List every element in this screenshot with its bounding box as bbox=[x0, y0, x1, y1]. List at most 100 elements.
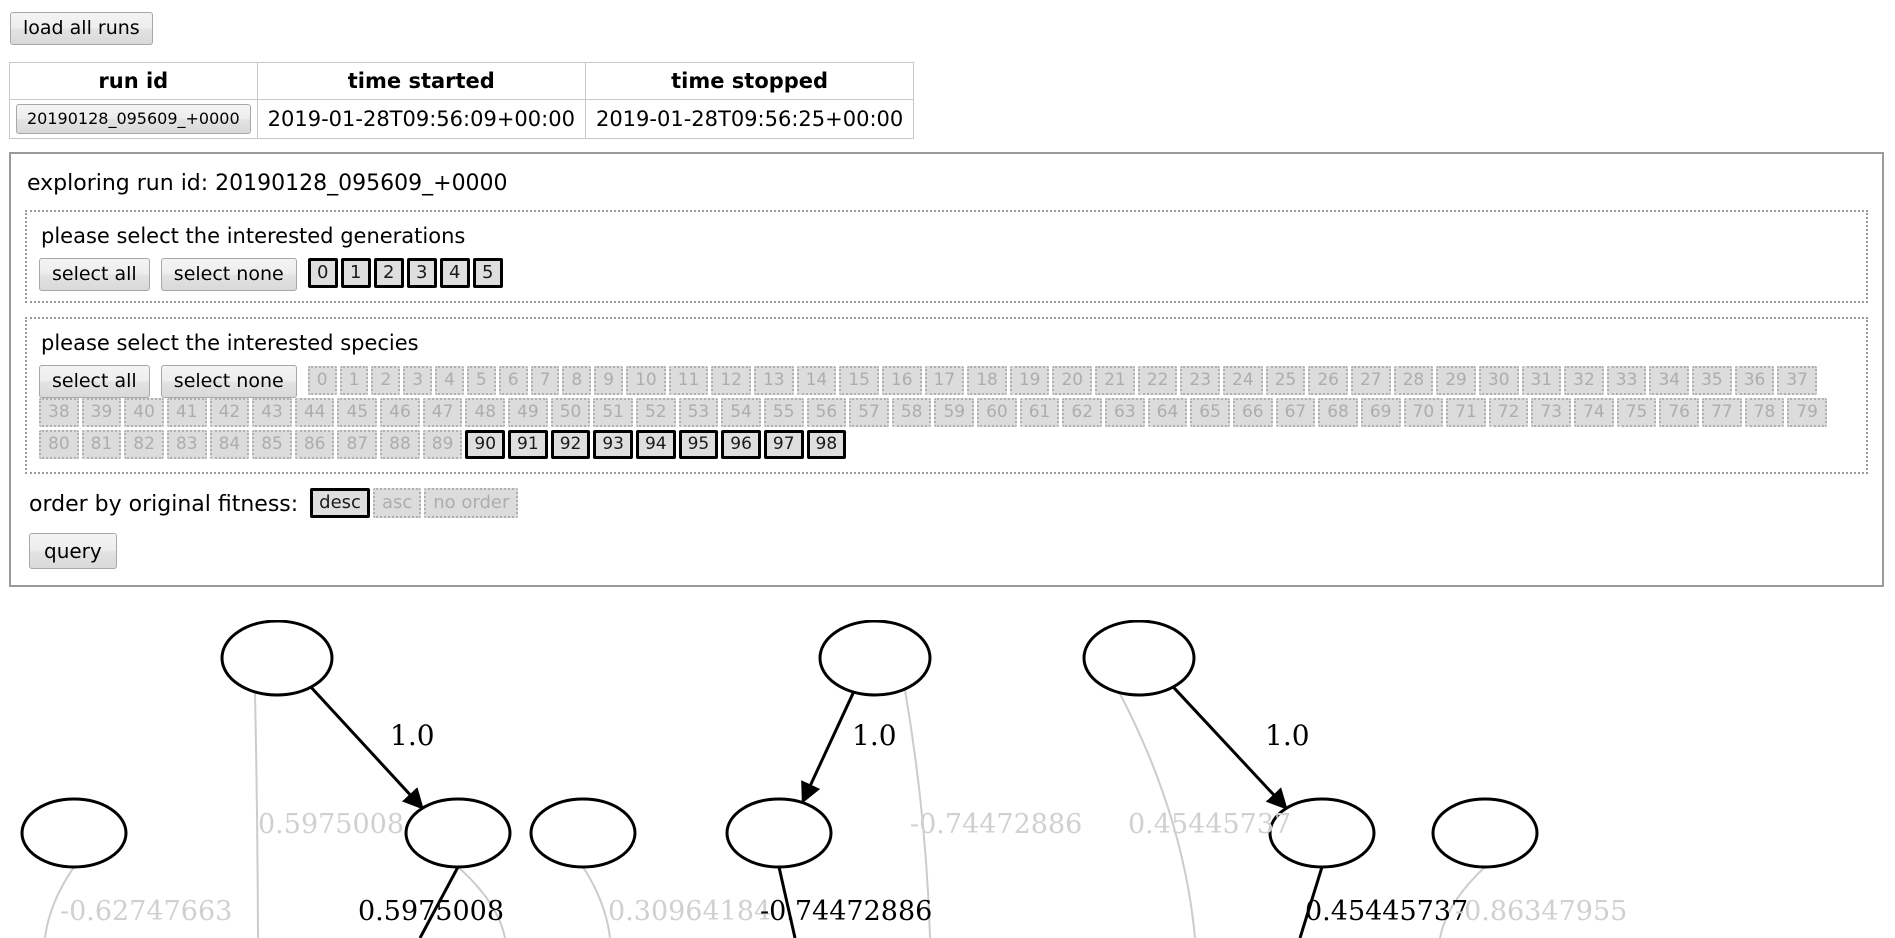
species-chip-19: 19 bbox=[1009, 365, 1050, 395]
species-chip-8: 8 bbox=[562, 365, 592, 395]
order-by-label: order by original fitness: bbox=[29, 492, 299, 517]
species-chip-85: 85 bbox=[252, 430, 292, 459]
species-chip-5: 5 bbox=[466, 365, 496, 395]
species-chip-91[interactable]: 91 bbox=[508, 430, 548, 459]
species-chip-3: 3 bbox=[403, 365, 433, 395]
species-chip-16: 16 bbox=[881, 365, 922, 395]
graph-edge-weight-label: 1.0 bbox=[1265, 719, 1310, 752]
generations-selector-group: please select the interested generations… bbox=[25, 210, 1868, 303]
species-chip-55: 55 bbox=[763, 398, 804, 427]
species-chip-88: 88 bbox=[380, 430, 420, 459]
species-chip-33: 33 bbox=[1606, 365, 1647, 395]
species-chip-66: 66 bbox=[1232, 398, 1273, 427]
species-chip-56: 56 bbox=[806, 398, 847, 427]
species-chip-57: 57 bbox=[849, 398, 889, 427]
generation-chip-3[interactable]: 3 bbox=[406, 258, 437, 288]
table-header-row: run id time started time stopped bbox=[9, 62, 915, 100]
run-id-button[interactable]: 20190128_095609_+0000 bbox=[16, 104, 251, 134]
species-chip-94[interactable]: 94 bbox=[635, 430, 676, 459]
genome-graph-visualization[interactable]: 1.0 1.0 1.0 -0.62747663 0.5975008 0.5975008 0.… bbox=[0, 620, 1895, 938]
order-option-desc[interactable]: desc bbox=[310, 488, 370, 518]
species-chip-17: 17 bbox=[924, 365, 965, 395]
graph-node[interactable] bbox=[1082, 620, 1196, 697]
species-button-row: select all select none 0 1 2 3 4 5 6 7 8 9 10 11 12 1… bbox=[39, 365, 1854, 462]
species-chip-72: 72 bbox=[1488, 398, 1529, 427]
graph-svg: 1.0 1.0 1.0 -0.62747663 0.5975008 0.5975008 0.… bbox=[20, 620, 1627, 938]
graph-node[interactable] bbox=[20, 797, 128, 869]
species-chip-53: 53 bbox=[678, 398, 719, 427]
generations-select-all-button[interactable]: select all bbox=[39, 258, 150, 291]
species-chip-70: 70 bbox=[1403, 398, 1444, 427]
graph-faint-edge bbox=[582, 866, 611, 938]
species-chip-40: 40 bbox=[124, 398, 164, 427]
species-chip-98[interactable]: 98 bbox=[806, 430, 847, 459]
species-chip-36: 36 bbox=[1734, 365, 1775, 395]
generation-chip-0[interactable]: 0 bbox=[307, 258, 338, 288]
generation-chip-4[interactable]: 4 bbox=[439, 258, 470, 288]
species-chip-87: 87 bbox=[337, 430, 378, 459]
generation-chip-1[interactable]: 1 bbox=[340, 258, 371, 288]
generation-chip-5[interactable]: 5 bbox=[472, 258, 503, 288]
graph-edge-weight-label: 1.0 bbox=[390, 719, 435, 752]
species-chip-49: 49 bbox=[508, 398, 548, 427]
generations-button-row: select all select none 012345 bbox=[39, 258, 1854, 291]
species-select-all-button[interactable]: select all bbox=[39, 365, 150, 398]
species-chip-23: 23 bbox=[1180, 365, 1221, 395]
species-selector-group: please select the interested species sel… bbox=[25, 317, 1868, 474]
graph-node[interactable] bbox=[529, 797, 637, 869]
species-chip-81: 81 bbox=[81, 430, 122, 459]
species-select-none-button[interactable]: select none bbox=[160, 365, 297, 398]
graph-weight-label: 0.30964184 bbox=[608, 896, 771, 927]
query-button[interactable]: query bbox=[29, 533, 117, 569]
species-chip-67: 67 bbox=[1275, 398, 1316, 427]
generations-select-none-button[interactable]: select none bbox=[160, 258, 297, 291]
graph-weight-label: 0.5975008 bbox=[358, 896, 504, 927]
species-chip-97[interactable]: 97 bbox=[763, 430, 804, 459]
species-chip-28: 28 bbox=[1393, 365, 1434, 395]
species-chip-11: 11 bbox=[668, 365, 709, 395]
species-chip-30: 30 bbox=[1478, 365, 1519, 395]
species-chip-44: 44 bbox=[294, 398, 335, 427]
graph-edge bbox=[801, 689, 856, 804]
toolbar: load all runs bbox=[10, 12, 153, 45]
graph-weight-label: -0.74472886 bbox=[760, 896, 932, 927]
species-chip-90[interactable]: 90 bbox=[465, 430, 506, 459]
species-chip-0: 0 bbox=[307, 365, 337, 395]
species-chip-96[interactable]: 96 bbox=[721, 430, 761, 459]
graph-node[interactable] bbox=[404, 797, 512, 869]
species-chip-39: 39 bbox=[81, 398, 122, 427]
species-chip-34: 34 bbox=[1649, 365, 1690, 395]
graph-node[interactable] bbox=[1431, 797, 1539, 869]
graph-weight-label: -0.86347955 bbox=[1455, 896, 1627, 927]
species-chip-51: 51 bbox=[593, 398, 633, 427]
graph-weight-label: -0.62747663 bbox=[60, 896, 232, 927]
generation-chip-2[interactable]: 2 bbox=[373, 258, 404, 288]
species-chip-20: 20 bbox=[1052, 365, 1093, 395]
species-chip-71: 71 bbox=[1446, 398, 1486, 427]
species-chip-89: 89 bbox=[422, 430, 463, 459]
species-chip-43: 43 bbox=[252, 398, 292, 427]
species-chip-48: 48 bbox=[465, 398, 506, 427]
species-chip-75: 75 bbox=[1616, 398, 1657, 427]
graph-node[interactable] bbox=[725, 797, 833, 869]
species-chip-95[interactable]: 95 bbox=[678, 430, 719, 459]
species-chip-62: 62 bbox=[1062, 398, 1103, 427]
graph-weight-label: 0.45445737 bbox=[1128, 809, 1291, 840]
species-chip-86: 86 bbox=[294, 430, 335, 459]
load-all-runs-button[interactable]: load all runs bbox=[10, 12, 153, 45]
species-chip-93[interactable]: 93 bbox=[593, 430, 633, 459]
graph-nodes bbox=[20, 620, 1539, 869]
species-chip-80: 80 bbox=[39, 430, 79, 459]
species-chip-92[interactable]: 92 bbox=[550, 430, 591, 459]
species-chip-13: 13 bbox=[753, 365, 794, 395]
species-chip-82: 82 bbox=[124, 430, 164, 459]
time-started-cell: 2019-01-28T09:56:09+00:00 bbox=[256, 99, 586, 139]
graph-weight-label: 0.5975008 bbox=[258, 809, 404, 840]
order-by-row: order by original fitness: desc asc no ord… bbox=[29, 488, 1868, 521]
graph-node[interactable] bbox=[220, 620, 334, 697]
species-chip-84: 84 bbox=[209, 430, 250, 459]
species-chip-58: 58 bbox=[891, 398, 932, 427]
graph-node[interactable] bbox=[818, 620, 932, 697]
species-chip-52: 52 bbox=[635, 398, 676, 427]
species-chip-68: 68 bbox=[1318, 398, 1358, 427]
